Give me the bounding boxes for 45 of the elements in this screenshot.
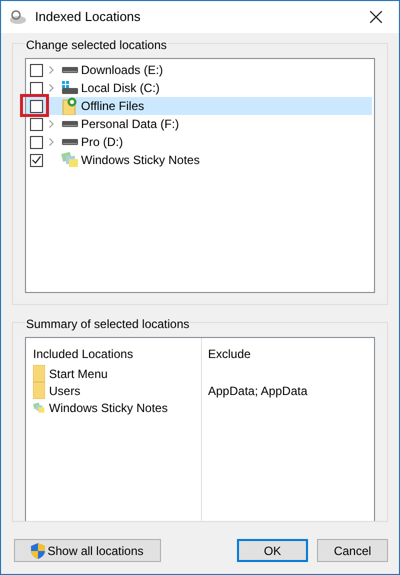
column-header: Included Locations: [33, 346, 134, 363]
folder-icon: [33, 382, 45, 399]
dialog-button[interactable]: Cancel: [317, 539, 388, 562]
chevron-icon[interactable]: [48, 138, 54, 146]
search-locations-icon: [9, 9, 27, 25]
tree-item[interactable]: Offline Files: [26, 97, 372, 115]
tree-item[interactable]: Personal Data (F:): [26, 115, 372, 133]
tree-item[interactable]: Pro (D:): [26, 133, 372, 151]
show-all-locations-button[interactable]: Show all locations: [14, 539, 161, 562]
checkbox[interactable]: [30, 100, 43, 112]
location-text: Users: [49, 382, 80, 400]
check-icon: [32, 156, 41, 164]
item-label: Offline Files: [81, 98, 144, 115]
item-label: Personal Data (F:): [81, 116, 180, 133]
tree-item[interactable]: Downloads (E:): [26, 61, 372, 79]
checkbox[interactable]: [30, 154, 43, 166]
checkbox[interactable]: [30, 136, 43, 148]
sticky-notes-icon: [33, 400, 45, 416]
tree-item[interactable]: Local Disk (C:): [26, 79, 372, 97]
checkbox[interactable]: [30, 118, 43, 130]
drive-icon: [62, 138, 78, 146]
dialog-button[interactable]: OK: [237, 539, 308, 562]
item-label: Downloads (E:): [81, 62, 164, 79]
location-text: Start Menu: [49, 366, 108, 382]
drive-icon: [62, 66, 78, 74]
exclude-text: AppData; AppData: [208, 382, 308, 400]
chevron-icon[interactable]: [48, 66, 54, 74]
drive-icon: [62, 120, 78, 128]
checkbox[interactable]: [30, 82, 43, 94]
checkbox[interactable]: [30, 64, 43, 76]
tree-item[interactable]: Windows Sticky Notes: [26, 151, 372, 169]
sync-folder-icon: [62, 97, 78, 115]
item-label: Pro (D:): [81, 134, 123, 151]
chevron-icon[interactable]: [48, 120, 54, 128]
close-icon: [370, 11, 382, 23]
window-title: Indexed Locations: [35, 8, 142, 26]
sticky-notes-icon: [61, 152, 79, 168]
item-label: Windows Sticky Notes: [81, 152, 200, 169]
location-text: Windows Sticky Notes: [49, 400, 168, 416]
chevron-icon[interactable]: [48, 84, 54, 92]
shield-icon: [31, 542, 46, 558]
folder-icon: [33, 365, 45, 382]
column-header: Exclude: [208, 346, 252, 363]
item-label: Local Disk (C:): [81, 80, 160, 97]
drive-icon: [62, 81, 78, 95]
